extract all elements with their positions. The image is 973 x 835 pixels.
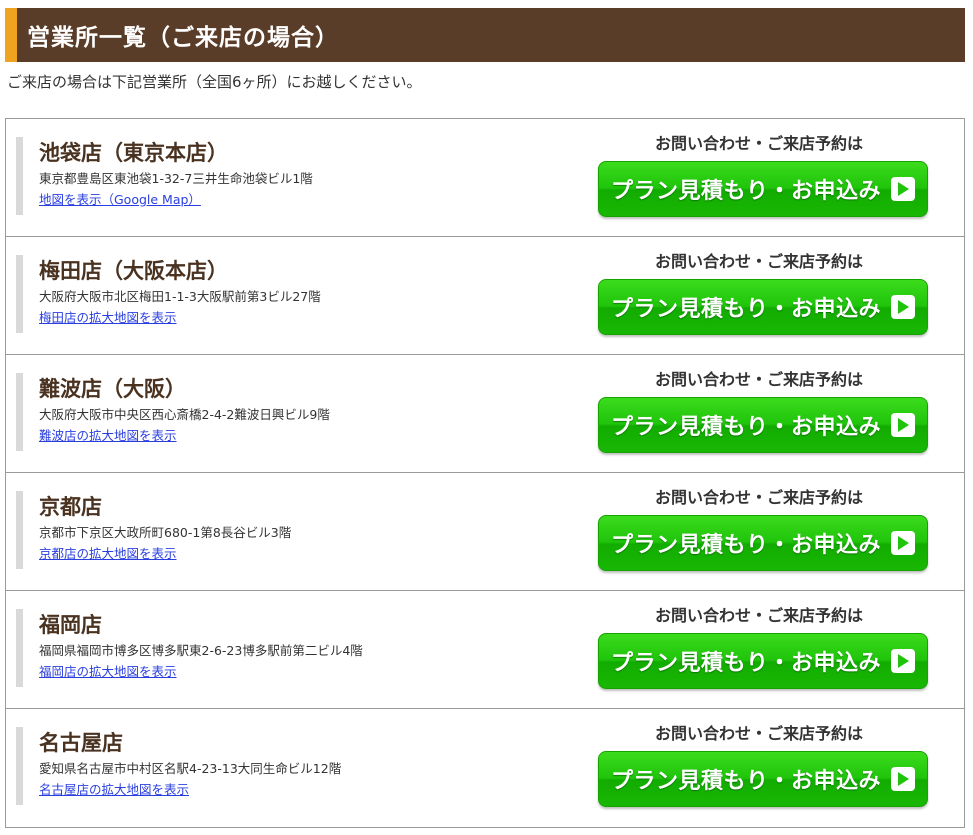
play-icon [891,649,915,673]
map-link[interactable]: 地図を表示（Google Map） [39,192,201,208]
apply-button-label: プラン見積もり・お申込み [610,769,881,794]
office-address: 福岡県福岡市博多区博多駅東2-6-23博多駅前第二ビル4階 [39,643,363,658]
contact-block: お問い合わせ・ご来店予約は プラン見積もり・お申込み [598,369,930,453]
apply-button-label: プラン見積もり・お申込み [610,297,881,322]
contact-caption: お問い合わせ・ご来店予約は [654,252,863,271]
office-row-kyoto: 京都店 京都市下京区大政所町680-1第8長谷ビル3階 京都店の拡大地図を表示 … [6,473,964,591]
play-icon [891,177,915,201]
intro-text: ご来店の場合は下記営業所（全国6ヶ所）にお越しください。 [7,73,422,91]
office-row-ikebukuro: 池袋店（東京本店） 東京都豊島区東池袋1-32-7三井生命池袋ビル1階 地図を表… [6,119,964,237]
play-icon [891,295,915,319]
office-info: 京都店 京都市下京区大政所町680-1第8長谷ビル3階 京都店の拡大地図を表示 [16,491,291,569]
apply-button[interactable]: プラン見積もり・お申込み [598,515,928,571]
office-row-umeda: 梅田店（大阪本店） 大阪府大阪市北区梅田1-1-3大阪駅前第3ビル27階 梅田店… [6,237,964,355]
section-header: 営業所一覧（ご来店の場合） [5,8,965,62]
apply-button[interactable]: プラン見積もり・お申込み [598,633,928,689]
contact-block: お問い合わせ・ご来店予約は プラン見積もり・お申込み [598,723,930,807]
map-link[interactable]: 京都店の拡大地図を表示 [39,546,177,562]
play-icon [891,531,915,555]
office-info: 梅田店（大阪本店） 大阪府大阪市北区梅田1-1-3大阪駅前第3ビル27階 梅田店… [16,255,321,333]
office-address: 大阪府大阪市中央区西心斎橋2-4-2難波日興ビル9階 [39,407,330,422]
apply-button[interactable]: プラン見積もり・お申込み [598,397,928,453]
office-address: 愛知県名古屋市中村区名駅4-23-13大同生命ビル12階 [39,761,342,776]
apply-button-label: プラン見積もり・お申込み [610,651,881,676]
play-icon [891,413,915,437]
office-name: 福岡店 [39,613,102,637]
contact-block: お問い合わせ・ご来店予約は プラン見積もり・お申込み [598,251,930,335]
office-address: 東京都豊島区東池袋1-32-7三井生命池袋ビル1階 [39,171,313,186]
map-link[interactable]: 名古屋店の拡大地図を表示 [39,782,189,798]
apply-button[interactable]: プラン見積もり・お申込み [598,161,928,217]
apply-button-label: プラン見積もり・お申込み [610,533,881,558]
page: 営業所一覧（ご来店の場合） ご来店の場合は下記営業所（全国6ヶ所）にお越しくださ… [0,0,973,835]
map-link[interactable]: 梅田店の拡大地図を表示 [39,310,177,326]
apply-button-label: プラン見積もり・お申込み [610,179,881,204]
office-name: 京都店 [39,495,102,519]
office-info: 名古屋店 愛知県名古屋市中村区名駅4-23-13大同生命ビル12階 名古屋店の拡… [16,727,341,805]
contact-block: お問い合わせ・ご来店予約は プラン見積もり・お申込み [598,133,930,217]
contact-caption: お問い合わせ・ご来店予約は [654,606,863,625]
contact-caption: お問い合わせ・ご来店予約は [654,488,863,507]
office-row-nagoya: 名古屋店 愛知県名古屋市中村区名駅4-23-13大同生命ビル12階 名古屋店の拡… [6,709,964,827]
office-info: 難波店（大阪） 大阪府大阪市中央区西心斎橋2-4-2難波日興ビル9階 難波店の拡… [16,373,330,451]
office-name: 池袋店（東京本店） [39,141,228,165]
office-row-namba: 難波店（大阪） 大阪府大阪市中央区西心斎橋2-4-2難波日興ビル9階 難波店の拡… [6,355,964,473]
contact-caption: お問い合わせ・ご来店予約は [654,370,863,389]
contact-caption: お問い合わせ・ご来店予約は [654,134,863,153]
apply-button[interactable]: プラン見積もり・お申込み [598,751,928,807]
office-info: 池袋店（東京本店） 東京都豊島区東池袋1-32-7三井生命池袋ビル1階 地図を表… [16,137,313,215]
map-link[interactable]: 福岡店の拡大地図を表示 [39,664,177,680]
contact-block: お問い合わせ・ご来店予約は プラン見積もり・お申込み [598,605,930,689]
office-name: 難波店（大阪） [39,377,186,401]
office-name: 梅田店（大阪本店） [39,259,228,283]
contact-caption: お問い合わせ・ご来店予約は [654,724,863,743]
play-icon [891,767,915,791]
office-address: 大阪府大阪市北区梅田1-1-3大阪駅前第3ビル27階 [39,289,321,304]
office-name: 名古屋店 [39,731,123,755]
map-link[interactable]: 難波店の拡大地図を表示 [39,428,177,444]
apply-button[interactable]: プラン見積もり・お申込み [598,279,928,335]
office-row-fukuoka: 福岡店 福岡県福岡市博多区博多駅東2-6-23博多駅前第二ビル4階 福岡店の拡大… [6,591,964,709]
apply-button-label: プラン見積もり・お申込み [610,415,881,440]
office-list: 池袋店（東京本店） 東京都豊島区東池袋1-32-7三井生命池袋ビル1階 地図を表… [5,118,965,828]
page-title: 営業所一覧（ご来店の場合） [27,25,339,51]
contact-block: お問い合わせ・ご来店予約は プラン見積もり・お申込み [598,487,930,571]
office-address: 京都市下京区大政所町680-1第8長谷ビル3階 [39,525,292,540]
office-info: 福岡店 福岡県福岡市博多区博多駅東2-6-23博多駅前第二ビル4階 福岡店の拡大… [16,609,363,687]
